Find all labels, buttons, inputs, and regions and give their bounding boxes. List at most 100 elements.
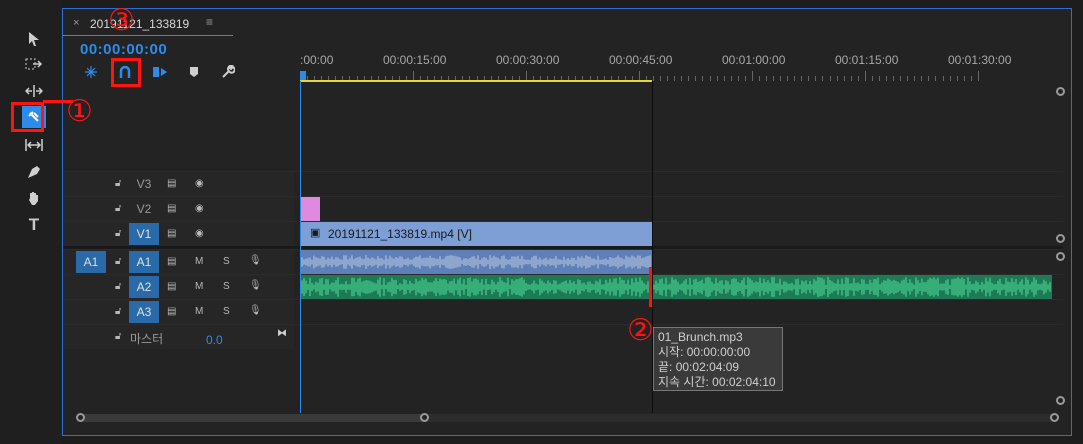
ruler-tick — [893, 76, 894, 81]
track-name-v3[interactable]: V3 — [129, 173, 159, 195]
tools-panel: T — [0, 0, 62, 444]
horizontal-zoom-knob[interactable] — [1050, 413, 1059, 422]
ripple-edit-tool-icon[interactable] — [22, 80, 46, 102]
pen-tool-icon[interactable] — [22, 161, 46, 183]
track-select-tool-icon[interactable] — [22, 53, 46, 75]
sync-lock-icon[interactable]: ▤ — [167, 256, 176, 267]
horizontal-zoom-knob[interactable] — [420, 413, 429, 422]
ruler-label: 00:01:15:00 — [835, 53, 899, 67]
lock-icon[interactable]: 🔓︎ — [115, 256, 121, 267]
track-name-a3[interactable]: A3 — [129, 301, 159, 323]
ruler-tick — [914, 76, 916, 81]
track-row-a1: A1 🔓︎ A1 ▤ M S 🎙︎ — [63, 249, 1063, 275]
tab-menu-icon[interactable]: ≡ — [206, 15, 213, 29]
ruler-tick — [907, 76, 909, 81]
lock-icon[interactable]: 🔓︎ — [115, 306, 121, 317]
ruler-tick — [709, 76, 711, 81]
ruler-tick — [716, 76, 718, 81]
a1-audio-clip[interactable] — [300, 250, 652, 274]
track-name-a2[interactable]: A2 — [129, 276, 159, 298]
a2-audio-clip[interactable] — [300, 275, 1052, 299]
track-header-v1 — [63, 222, 294, 246]
work-area-bar[interactable] — [300, 80, 652, 82]
ruler-tick — [787, 76, 789, 81]
lock-icon[interactable]: 🔓︎ — [115, 203, 121, 214]
track-name-v1[interactable]: V1 — [129, 223, 159, 245]
ruler-tick — [695, 76, 697, 81]
solo-button[interactable]: S — [223, 256, 230, 267]
vertical-zoom-knob[interactable] — [1056, 396, 1065, 405]
track-name-a1[interactable]: A1 — [129, 251, 159, 273]
track-row-v1: 🔓︎ V1 ▤ ◉ ▣ 20191121_133819.mp4 [V] — [63, 221, 1063, 247]
ruler-tick — [766, 76, 767, 81]
v1-video-clip[interactable]: ▣ 20191121_133819.mp4 [V] — [300, 222, 652, 246]
sync-lock-icon[interactable]: ▤ — [167, 178, 176, 189]
mute-button[interactable]: M — [195, 306, 203, 317]
mute-button[interactable]: M — [195, 281, 203, 292]
sync-lock-icon[interactable]: ▤ — [167, 228, 176, 239]
ruler-tick — [878, 76, 880, 81]
clip-fx-icon: ▣ — [310, 227, 321, 239]
track-name-v2[interactable]: V2 — [129, 198, 159, 220]
microphone-icon[interactable]: 🎙︎ — [249, 305, 262, 316]
lock-icon[interactable]: 🔓︎ — [115, 178, 121, 189]
eye-icon[interactable]: ◉ — [195, 178, 204, 189]
ruler-tick — [836, 76, 838, 81]
eye-icon[interactable]: ◉ — [195, 203, 204, 214]
ruler-tick — [815, 76, 817, 81]
selection-tool-icon[interactable] — [22, 28, 46, 50]
microphone-icon[interactable]: 🎙︎ — [249, 255, 262, 266]
vertical-zoom-knob[interactable] — [1056, 87, 1065, 96]
solo-button[interactable]: S — [223, 306, 230, 317]
eye-icon[interactable]: ◉ — [195, 228, 204, 239]
ruler-tick — [660, 76, 662, 81]
sync-lock-icon[interactable]: ▤ — [167, 281, 176, 292]
timeline-panel: × 20191121_133819 ≡ 00:00:00:00 :00:00 0… — [62, 8, 1072, 436]
microphone-icon[interactable]: 🎙︎ — [249, 280, 262, 291]
track-row-a3: 🔓︎ A3 ▤ M S 🎙︎ — [63, 299, 1063, 325]
source-patch-a1[interactable]: A1 — [76, 251, 106, 273]
ruler-label: 00:00:45:00 — [609, 53, 673, 67]
sync-lock-icon[interactable]: ▤ — [167, 203, 176, 214]
tooltip-duration: 지속 시간: 00:02:04:10 — [658, 375, 776, 389]
master-volume-value[interactable]: 0.0 — [206, 333, 223, 347]
ruler-label: 00:00:15:00 — [383, 53, 447, 67]
sequence-tab-title[interactable]: 20191121_133819 — [90, 17, 189, 31]
ruler-tick — [794, 76, 796, 81]
razor-tool-highlight — [11, 102, 44, 132]
ruler-tick — [653, 76, 654, 81]
ruler-tick — [857, 76, 859, 81]
ruler-tick — [970, 76, 972, 81]
solo-button[interactable]: S — [223, 281, 230, 292]
track-row-v2: 🔓︎ V2 ▤ ◉ — [63, 196, 1063, 222]
tab-close-icon[interactable]: × — [73, 17, 79, 29]
ruler-tick — [900, 76, 902, 81]
ruler-tick — [928, 76, 930, 81]
sync-lock-icon[interactable]: ▤ — [167, 306, 176, 317]
slip-tool-icon[interactable] — [22, 134, 46, 156]
time-ruler[interactable]: :00:00 00:00:15:00 00:00:30:00 00:00:45:… — [300, 45, 1062, 81]
add-marker-icon[interactable] — [184, 63, 204, 81]
go-to-next-edit-icon[interactable]: ⧓ — [277, 328, 287, 339]
linked-selection-icon[interactable] — [150, 63, 170, 81]
type-tool-icon[interactable]: T — [22, 214, 46, 236]
timeline-settings-wrench-icon[interactable] — [218, 63, 238, 81]
master-label: 마스터 — [130, 332, 164, 346]
annotation-three: ③ — [108, 3, 135, 38]
playhead-timecode[interactable]: 00:00:00:00 — [80, 41, 167, 58]
ruler-tick — [935, 76, 937, 81]
lock-icon[interactable]: 🔓︎ — [115, 331, 121, 342]
lock-icon[interactable]: 🔓︎ — [115, 281, 121, 292]
a2-waveform — [300, 277, 1051, 297]
v2-clip[interactable] — [300, 197, 320, 221]
horizontal-zoom-knob[interactable] — [76, 413, 85, 422]
snap-nest-icon[interactable] — [81, 63, 101, 81]
ruler-tick — [977, 71, 979, 81]
track-row-master: 🔓︎ 마스터 0.0 ⧓ — [63, 324, 1063, 350]
mute-button[interactable]: M — [195, 256, 203, 267]
horizontal-scrollbar-thumb[interactable] — [80, 414, 425, 422]
hand-tool-icon[interactable] — [22, 187, 46, 209]
ruler-tick — [780, 76, 782, 81]
lock-icon[interactable]: 🔓︎ — [115, 228, 121, 239]
ruler-tick — [843, 76, 845, 81]
